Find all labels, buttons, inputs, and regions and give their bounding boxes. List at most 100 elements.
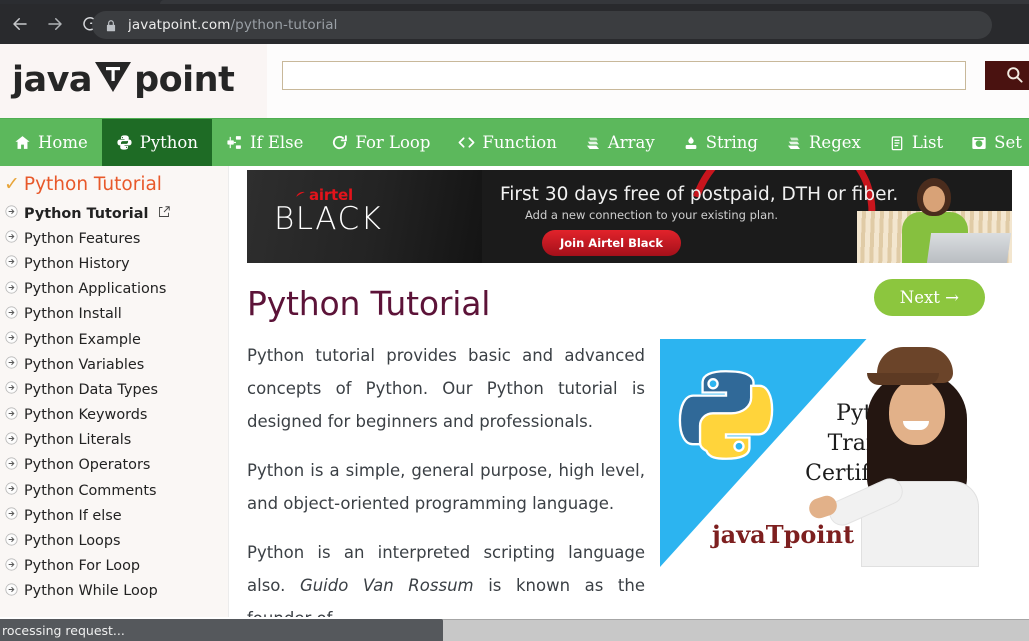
sidebar-heading-label: Python Tutorial bbox=[23, 174, 162, 195]
next-button[interactable]: Next → bbox=[873, 279, 985, 316]
arrow-bullet-icon bbox=[5, 356, 18, 373]
sidebar-item-label: Python Example bbox=[24, 331, 141, 348]
arrow-bullet-icon bbox=[5, 306, 18, 323]
nav-label: For Loop bbox=[355, 133, 431, 152]
page-viewport: java point Home Python If Else For Loop … bbox=[0, 44, 1029, 619]
arrow-bullet-icon bbox=[5, 230, 18, 247]
address-bar[interactable]: javatpoint.com/python-tutorial bbox=[92, 11, 992, 39]
sidebar-item-label: Python History bbox=[24, 255, 130, 272]
forward-arrow-icon bbox=[46, 15, 64, 33]
nav-item-list[interactable]: List bbox=[875, 119, 957, 166]
nav-item-regex[interactable]: Regex bbox=[772, 119, 875, 166]
arrow-bullet-icon bbox=[5, 255, 18, 272]
arrow-bullet-icon bbox=[5, 381, 18, 398]
check-icon: ✓ bbox=[4, 173, 20, 195]
article-row: Python tutorial provides basic and advan… bbox=[247, 339, 1011, 619]
sidebar: ✓ Python Tutorial Python Tutorial Python… bbox=[0, 166, 228, 619]
sidebar-item-python-if-else[interactable]: Python If else bbox=[0, 503, 228, 528]
promo-person-face bbox=[889, 379, 945, 445]
url-host: javatpoint.com bbox=[128, 17, 231, 33]
arrow-bullet-icon bbox=[5, 457, 18, 474]
forward-button[interactable] bbox=[40, 9, 70, 39]
nav-item-python[interactable]: Python bbox=[101, 119, 212, 166]
sidebar-item-python-example[interactable]: Python Example bbox=[0, 327, 228, 352]
sidebar-item-label: Python For Loop bbox=[24, 558, 141, 575]
sidebar-item-python-for-loop[interactable]: Python For Loop bbox=[0, 554, 228, 579]
status-bar: rocessing request... bbox=[0, 619, 443, 641]
nav-label: Python bbox=[139, 133, 198, 152]
sidebar-item-python-operators[interactable]: Python Operators bbox=[0, 453, 228, 478]
paragraph-3: Python is an interpreted scripting langu… bbox=[247, 536, 645, 619]
arrow-bullet-icon bbox=[5, 407, 18, 424]
python-logo-icon bbox=[676, 365, 776, 469]
airtel-swoosh-icon bbox=[295, 187, 306, 198]
sidebar-item-label: Python Loops bbox=[24, 533, 121, 550]
arrow-bullet-icon bbox=[5, 482, 18, 499]
sidebar-item-label: Python Comments bbox=[24, 482, 157, 499]
sidebar-item-python-data-types[interactable]: Python Data Types bbox=[0, 377, 228, 402]
sidebar-item-label: Python While Loop bbox=[24, 583, 158, 600]
ad-person-face bbox=[923, 186, 945, 212]
arrow-bullet-icon bbox=[5, 583, 18, 600]
nav-label: List bbox=[911, 133, 944, 152]
paragraph-2: Python is a simple, general purpose, hig… bbox=[247, 461, 645, 513]
if-else-icon bbox=[226, 134, 243, 151]
promo-image[interactable]: Python Training Certification javaTpoint bbox=[660, 339, 993, 567]
promo-person bbox=[806, 339, 989, 567]
nav-label: Array bbox=[607, 133, 655, 152]
nav-item-home[interactable]: Home bbox=[0, 119, 102, 166]
ad-cta-button[interactable]: Join Airtel Black bbox=[542, 230, 682, 256]
nav-item-if-else[interactable]: If Else bbox=[212, 119, 317, 166]
arrow-bullet-icon bbox=[5, 205, 18, 222]
search-input[interactable] bbox=[282, 61, 966, 90]
sidebar-item-label: Python Install bbox=[24, 306, 122, 323]
nav-item-function[interactable]: Function bbox=[444, 119, 570, 166]
search-panel bbox=[267, 44, 1029, 118]
sidebar-item-python-keywords[interactable]: Python Keywords bbox=[0, 403, 228, 428]
ad-headline: First 30 days free of postpaid, DTH or f… bbox=[500, 184, 899, 205]
sidebar-item-python-literals[interactable]: Python Literals bbox=[0, 428, 228, 453]
advertisement-banner[interactable]: airtel BLACK First 30 days free of postp… bbox=[247, 170, 1012, 263]
sidebar-item-label: Python Variables bbox=[24, 356, 145, 373]
sidebar-item-python-comments[interactable]: Python Comments bbox=[0, 478, 228, 503]
status-text: rocessing request... bbox=[2, 622, 125, 638]
arrow-bullet-icon bbox=[5, 331, 18, 348]
sidebar-item-label: Python Keywords bbox=[24, 407, 148, 424]
arrow-bullet-icon bbox=[5, 432, 18, 449]
sidebar-item-label: Python Tutorial bbox=[24, 205, 149, 222]
sidebar-item-python-install[interactable]: Python Install bbox=[0, 302, 228, 327]
back-button[interactable] bbox=[5, 9, 35, 39]
nav-label: If Else bbox=[249, 133, 304, 152]
loop-refresh-icon bbox=[331, 134, 348, 151]
sidebar-item-python-variables[interactable]: Python Variables bbox=[0, 352, 228, 377]
nav-label: Function bbox=[482, 133, 557, 152]
sidebar-item-python-loops[interactable]: Python Loops bbox=[0, 528, 228, 553]
ad-laptop bbox=[926, 233, 1012, 263]
python-icon bbox=[116, 134, 133, 151]
arrow-bullet-icon bbox=[5, 281, 18, 298]
sidebar-item-python-features[interactable]: Python Features bbox=[0, 226, 228, 251]
sidebar-item-python-history[interactable]: Python History bbox=[0, 251, 228, 276]
founder-name: Guido Van Rossum bbox=[299, 576, 474, 595]
stack-icon bbox=[786, 135, 802, 151]
sidebar-item-python-applications[interactable]: Python Applications bbox=[0, 277, 228, 302]
stack-icon bbox=[585, 135, 601, 151]
back-arrow-icon bbox=[11, 15, 29, 33]
site-header: java point bbox=[0, 44, 1029, 118]
string-icon bbox=[683, 135, 699, 151]
padlock-icon bbox=[104, 18, 118, 32]
search-button[interactable] bbox=[985, 61, 1029, 90]
nav-label: Home bbox=[38, 133, 88, 152]
promo-brand: javaTpoint bbox=[712, 520, 855, 549]
sidebar-item-python-tutorial[interactable]: Python Tutorial bbox=[0, 201, 228, 226]
nav-item-array[interactable]: Array bbox=[571, 119, 669, 166]
ad-subline: Add a new connection to your existing pl… bbox=[525, 208, 779, 222]
sidebar-item-python-while-loop[interactable]: Python While Loop bbox=[0, 579, 228, 604]
site-logo[interactable]: java point bbox=[12, 58, 235, 101]
nav-item-string[interactable]: String bbox=[669, 119, 772, 166]
content-area: ✓ Python Tutorial Python Tutorial Python… bbox=[0, 166, 1029, 619]
sidebar-item-label: Python Operators bbox=[24, 457, 151, 474]
nav-item-for-loop[interactable]: For Loop bbox=[317, 119, 444, 166]
nav-item-set[interactable]: Set bbox=[957, 119, 1029, 166]
arrow-bullet-icon bbox=[5, 532, 18, 550]
